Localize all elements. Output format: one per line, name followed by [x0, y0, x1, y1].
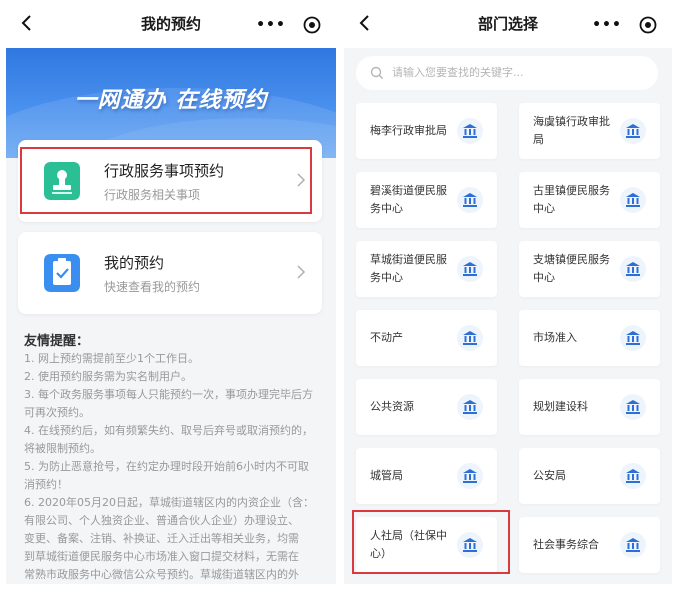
department-name: 不动产 [370, 331, 403, 344]
bank-building-icon [457, 187, 483, 213]
department-name: 公安局 [533, 469, 566, 482]
bank-building-icon [457, 463, 483, 489]
clipboard-check-icon [44, 254, 80, 292]
bank-building-icon [620, 532, 646, 558]
department-item[interactable]: 不动产 [356, 310, 497, 366]
tip-line: 1. 网上预约需提前至少1个工作日。 [24, 352, 199, 365]
search-icon [370, 66, 383, 79]
chevron-right-icon [297, 265, 306, 279]
tip-line: 5. 为防止恶意抢号，在约定办理时段开始前6小时内不可取 [24, 460, 309, 473]
department-name: 社会事务综合 [533, 538, 599, 551]
card-title: 行政服务事项预约 [104, 162, 225, 180]
stamp-icon [44, 162, 80, 200]
bank-building-icon [620, 394, 646, 420]
bank-building-icon [457, 118, 483, 144]
search-placeholder: 请输入您要查找的关键字... [392, 66, 524, 79]
bank-building-icon [620, 325, 646, 351]
my-appointments-screen: 我的预约 ••• 一网通办 在线预约 行政服务事项预约 行政服务相关事项 我的预… [6, 0, 336, 584]
department-name: 市场准入 [533, 331, 577, 344]
department-item[interactable]: 古里镇便民服务中心 [519, 172, 660, 228]
target-icon[interactable] [302, 15, 322, 35]
tip-line: 有限公司、个人独资企业、普通合伙人企业）办理设立、 [24, 514, 299, 527]
card-subtitle: 快速查看我的预约 [104, 280, 201, 294]
nav-bar: 我的预约 ••• [6, 0, 336, 48]
card-title: 我的预约 [104, 254, 165, 272]
department-name: 海虞镇行政审批局 [533, 115, 610, 146]
department-item[interactable]: 社会事务综合 [519, 517, 660, 573]
banner-title: 一网通办 在线预约 [74, 88, 268, 113]
tip-line: 可再次预约。 [24, 406, 90, 419]
tips-title: 友情提醒： [24, 334, 90, 349]
department-item[interactable]: 碧溪街道便民服务中心 [356, 172, 497, 228]
bank-building-icon [457, 394, 483, 420]
bank-building-icon [457, 325, 483, 351]
department-item[interactable]: 规划建设科 [519, 379, 660, 435]
more-dots-icon[interactable]: ••• [592, 15, 622, 35]
department-item[interactable]: 支塘镇便民服务中心 [519, 241, 660, 297]
more-dots-icon[interactable]: ••• [256, 15, 286, 35]
tip-line: 常熟市政服务中心微信公众号预约。草城街道辖区内的外 [24, 568, 299, 581]
department-item[interactable]: 公共资源 [356, 379, 497, 435]
tip-line: 6. 2020年05月20日起，草城街道辖区内的内资企业（含： [24, 496, 314, 509]
my-appointment-card[interactable]: 我的预约 快速查看我的预约 [18, 232, 322, 314]
bank-building-icon [457, 532, 483, 558]
department-item[interactable]: 海虞镇行政审批局 [519, 103, 660, 159]
bank-building-icon [620, 256, 646, 282]
tip-line: 消预约！ [24, 478, 68, 491]
tip-line: 将被限制预约。 [24, 442, 101, 455]
department-name: 草城街道便民服务中心 [370, 253, 447, 284]
department-name: 规划建设科 [533, 400, 588, 413]
department-item[interactable]: 人社局（社保中心） [356, 517, 497, 573]
department-name: 城管局 [370, 469, 403, 482]
department-name: 人社局（社保中心） [370, 529, 447, 560]
card-subtitle: 行政服务相关事项 [104, 188, 201, 202]
mini-program-capsule: ••• [250, 12, 328, 38]
department-name: 支塘镇便民服务中心 [533, 253, 610, 284]
tip-line: 4. 在线预约后，如有频繁失约、取号后弃号或取消预约的， [24, 424, 313, 437]
target-icon[interactable] [638, 15, 658, 35]
search-input[interactable]: 请输入您要查找的关键字... [356, 56, 658, 90]
bank-building-icon [620, 187, 646, 213]
tip-line: 到草城街道便民服务中心市场准入窗口提交材料，无需在 [24, 550, 299, 563]
service-appointment-card[interactable]: 行政服务事项预约 行政服务相关事项 [18, 140, 322, 222]
department-select-screen: 部门选择 ••• 请输入您要查找的关键字... 梅李行政审批局 海虞镇行政审批局碧… [344, 0, 672, 584]
tip-line: 2. 使用预约服务需为实名制用户。 [24, 370, 192, 383]
mini-program-capsule: ••• [586, 12, 664, 38]
tip-line: 变更、备案、注销、补换证、迁入迁出等相关业务，均需 [24, 532, 299, 545]
department-item[interactable]: 草城街道便民服务中心 [356, 241, 497, 297]
department-item[interactable]: 梅李行政审批局 [356, 103, 497, 159]
department-name: 公共资源 [370, 400, 414, 413]
tips-list: 1. 网上预约需提前至少1个工作日。 2. 使用预约服务需为实名制用户。 3. … [24, 350, 328, 584]
department-item[interactable]: 市场准入 [519, 310, 660, 366]
department-item[interactable]: 公安局 [519, 448, 660, 504]
bank-building-icon [457, 256, 483, 282]
bank-building-icon [620, 118, 646, 144]
department-name: 古里镇便民服务中心 [533, 184, 610, 215]
nav-bar: 部门选择 ••• [344, 0, 672, 48]
department-name: 碧溪街道便民服务中心 [370, 184, 447, 215]
bank-building-icon [620, 463, 646, 489]
tip-line: 3. 每个政务服务事项每人只能预约一次，事项办理完毕后方 [24, 388, 313, 401]
chevron-right-icon [297, 173, 306, 187]
department-grid: 梅李行政审批局 海虞镇行政审批局碧溪街道便民服务中心 古里镇便民服务中心草城街道便民… [356, 103, 660, 573]
department-item[interactable]: 城管局 [356, 448, 497, 504]
department-name: 梅李行政审批局 [370, 124, 447, 137]
